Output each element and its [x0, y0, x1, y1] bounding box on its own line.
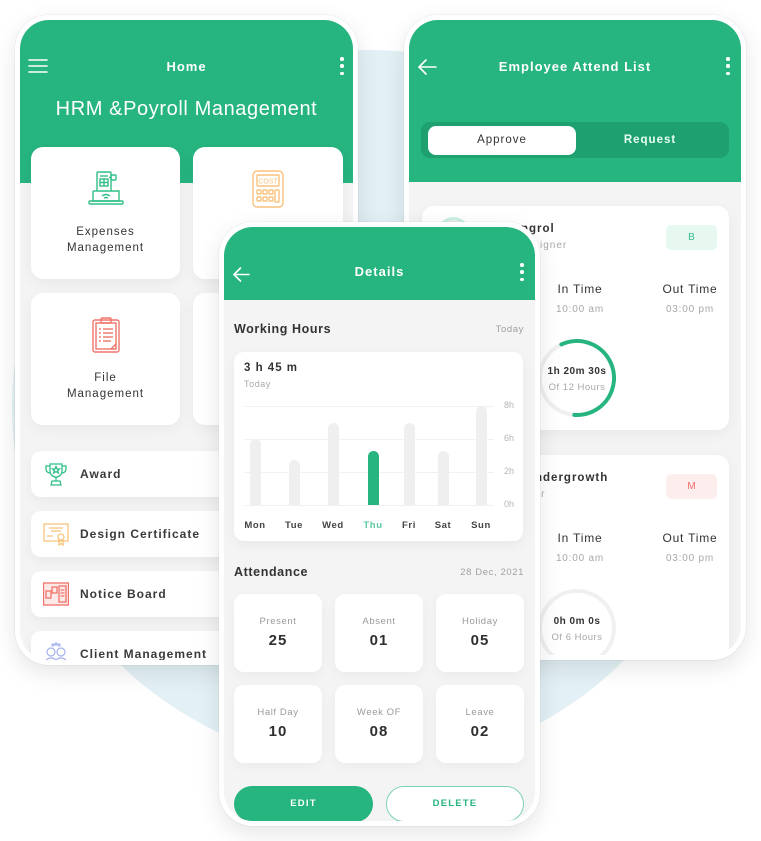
y-tick-label: 0h — [503, 499, 514, 509]
bar-tue[interactable] — [288, 459, 300, 505]
bar-mon[interactable] — [249, 439, 261, 505]
elapsed-time: 0h 0m 0s — [553, 616, 601, 627]
stat-leave: Leave 02 — [436, 685, 524, 763]
x-tick-label: Wed — [322, 520, 344, 531]
x-tick-label: Mon — [244, 520, 266, 531]
list-item-label: Award — [80, 467, 122, 481]
tile-label: Expenses Management — [31, 224, 180, 256]
ring-progress-arc — [538, 339, 616, 417]
bar-fri[interactable] — [403, 422, 415, 505]
grid-line — [244, 505, 494, 506]
svg-text:COST: COST — [258, 179, 278, 186]
stat-week-off: Week OF 08 — [335, 685, 423, 763]
edit-button[interactable]: EDIT — [234, 786, 373, 821]
x-tick-label: Thu — [363, 520, 383, 531]
stat-value: 01 — [369, 632, 389, 649]
status-badge: B — [666, 225, 717, 250]
attend-list-title: Employee Attend List — [498, 59, 652, 74]
grid-line — [244, 439, 494, 440]
expenses-laptop-icon — [86, 169, 126, 209]
stat-label: Week OF — [356, 707, 402, 718]
out-time-value: 03:00 pm — [665, 553, 715, 564]
bar-chart-plot: 0h 2h 6h 8h Mon Tue Wed Thu Fri Sat Sun — [234, 352, 523, 541]
certificate-icon — [43, 521, 69, 547]
bar-wed[interactable] — [327, 422, 339, 505]
delete-button[interactable]: DELETE — [386, 786, 524, 821]
tab-approve[interactable]: Approve — [428, 126, 576, 155]
details-title: Details — [354, 264, 405, 279]
y-tick-label: 6h — [503, 433, 514, 443]
file-clipboard-icon — [86, 315, 126, 355]
tile-expenses-management[interactable]: Expenses Management — [31, 147, 180, 279]
stat-label: Half Day — [257, 707, 299, 718]
in-time-label: In Time — [557, 282, 603, 296]
x-tick-label: Sun — [471, 520, 491, 531]
stat-value: 05 — [470, 632, 490, 649]
bar-sat[interactable] — [437, 451, 449, 505]
stat-present: Present 25 — [234, 594, 322, 672]
details-screen: Details Working Hours Today 3 h 45 m Tod… — [224, 227, 535, 821]
notice-board-icon — [42, 581, 70, 607]
in-time-value: 10:00 am — [555, 304, 605, 315]
time-progress-ring: 1h 20m 30s Of 12 Hours — [537, 338, 617, 418]
scheduled-hours: Of 12 Hours — [548, 382, 606, 393]
list-item-label: Notice Board — [80, 587, 167, 601]
kebab-menu-icon[interactable] — [340, 57, 344, 75]
stat-label: Absent — [362, 616, 396, 627]
employee-role: igner — [540, 240, 568, 251]
grid-line — [244, 406, 494, 407]
list-item-label: Client Management — [80, 647, 208, 660]
tile-label: File Management — [31, 370, 180, 402]
list-item-label: Design Certificate — [80, 527, 201, 541]
stat-value: 02 — [470, 723, 490, 740]
stat-value: 25 — [268, 632, 288, 649]
working-hours-period[interactable]: Today — [496, 324, 524, 335]
scheduled-hours: Of 6 Hours — [551, 632, 603, 643]
stat-half-day: Half Day 10 — [234, 685, 322, 763]
tile-label-line1: Expenses — [76, 226, 135, 238]
stat-value: 08 — [369, 723, 389, 740]
working-hours-heading: Working Hours — [234, 322, 332, 336]
cost-calculator-icon: COST — [248, 169, 288, 209]
out-time-value: 03:00 pm — [665, 304, 715, 315]
y-tick-label: 8h — [503, 400, 514, 410]
stat-label: Holiday — [462, 616, 498, 627]
time-progress-ring: 0h 0m 0s Of 6 Hours — [537, 588, 617, 655]
trophy-icon — [43, 461, 69, 487]
stat-label: Present — [259, 616, 297, 627]
tile-label-line2: Management — [66, 388, 145, 400]
stat-absent: Absent 01 — [335, 594, 423, 672]
bar-sun[interactable] — [475, 406, 487, 505]
stat-value: 10 — [268, 723, 288, 740]
stat-holiday: Holiday 05 — [436, 594, 524, 672]
x-tick-label: Tue — [285, 520, 303, 531]
out-time-label: Out Time — [662, 282, 718, 296]
elapsed-time: 1h 20m 30s — [547, 366, 607, 377]
tile-file-management[interactable]: File Management — [31, 293, 180, 425]
kebab-menu-icon[interactable] — [520, 263, 524, 281]
x-tick-label: Fri — [402, 520, 416, 531]
working-hours-chart: 3 h 45 m Today 0h 2h 6h 8h Mon Tue Wed Thu Fri Sa… — [234, 352, 523, 541]
y-tick-label: 2h — [503, 466, 514, 476]
clients-icon — [43, 641, 69, 660]
kebab-menu-icon[interactable] — [726, 57, 730, 75]
employee-name: ndergrowth — [535, 472, 609, 484]
app-title: HRM &Poyroll Management — [55, 98, 318, 120]
out-time-label: Out Time — [662, 531, 718, 545]
tile-label-line2: Management — [66, 242, 145, 254]
tab-request[interactable]: Request — [576, 126, 724, 155]
attendance-date: 28 Dec, 2021 — [460, 567, 524, 578]
home-title: Home — [166, 59, 207, 74]
stat-label: Leave — [465, 707, 495, 718]
attendance-heading: Attendance — [234, 565, 309, 579]
tile-label-line1: File — [94, 372, 117, 384]
x-tick-label: Sat — [434, 520, 452, 531]
details-phone: Details Working Hours Today 3 h 45 m Tod… — [219, 222, 540, 826]
bar-thu[interactable] — [367, 451, 379, 505]
in-time-value: 10:00 am — [555, 553, 605, 564]
approve-request-toggle: Approve Request — [421, 122, 729, 158]
in-time-label: In Time — [557, 531, 603, 545]
status-badge: M — [666, 474, 717, 499]
